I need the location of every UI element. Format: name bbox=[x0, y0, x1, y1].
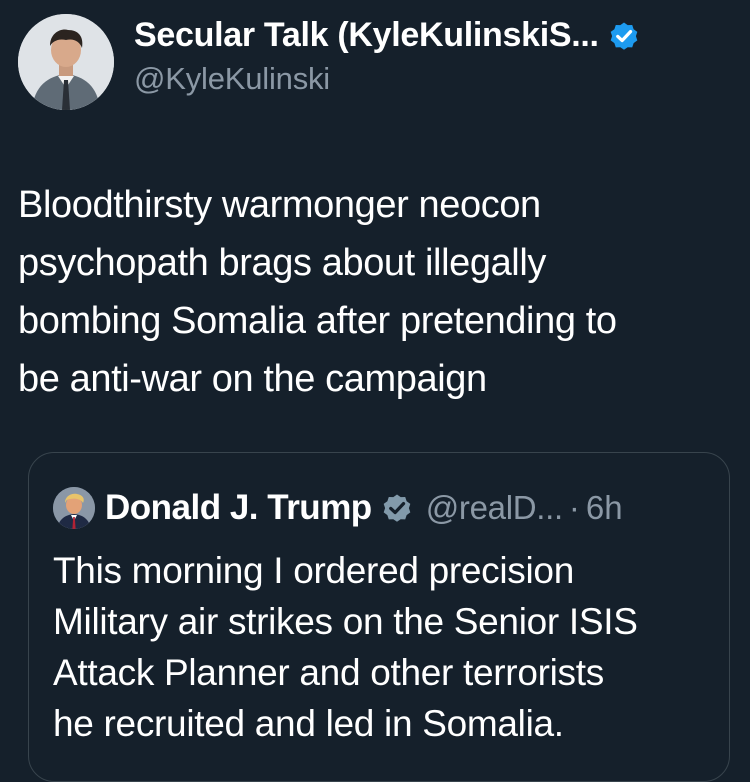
author-name-row: Secular Talk (KyleKulinskiS... bbox=[134, 16, 730, 55]
quoted-text-line: Attack Planner and other terrorists bbox=[53, 652, 604, 693]
quoted-text-line: Military air strikes on the Senior ISIS bbox=[53, 601, 638, 642]
tweet-text-line: Bloodthirsty warmonger neocon bbox=[18, 184, 541, 226]
author-handle[interactable]: @KyleKulinski bbox=[134, 61, 730, 97]
tweet-text-line: bombing Somalia after pretending to bbox=[18, 300, 617, 342]
tweet-header: Secular Talk (KyleKulinskiS... @KyleKuli… bbox=[18, 14, 732, 110]
separator-dot: · bbox=[568, 489, 580, 526]
author-display-name[interactable]: Secular Talk (KyleKulinskiS... bbox=[134, 16, 599, 55]
verified-badge-icon bbox=[610, 22, 637, 50]
author-info: Secular Talk (KyleKulinskiS... @KyleKuli… bbox=[134, 16, 730, 97]
verified-badge-gray-icon bbox=[383, 494, 411, 522]
quoted-tweet-header: Donald J. Trump @realD... · 6h bbox=[53, 487, 623, 529]
author-avatar[interactable] bbox=[18, 14, 114, 110]
tweet-text-line: psychopath brags about illegally bbox=[18, 242, 546, 284]
quoted-author-avatar[interactable] bbox=[53, 487, 95, 529]
quoted-author-display-name[interactable]: Donald J. Trump bbox=[105, 488, 372, 528]
quoted-tweet-card[interactable]: Donald J. Trump @realD... · 6h This morn… bbox=[28, 452, 730, 782]
tweet-text-line: be anti-war on the campaign bbox=[18, 358, 487, 400]
quoted-tweet-timestamp[interactable]: 6h bbox=[586, 489, 623, 527]
quoted-tweet-text: This morning I ordered precision Militar… bbox=[53, 545, 713, 749]
quoted-text-line: he recruited and led in Somalia. bbox=[53, 703, 564, 744]
quoted-text-line: This morning I ordered precision bbox=[53, 550, 574, 591]
tweet-text: Bloodthirsty warmonger neocon psychopath… bbox=[18, 176, 728, 408]
quoted-author-handle[interactable]: @realD... bbox=[426, 489, 563, 527]
profile-photo-icon bbox=[18, 14, 114, 110]
profile-photo-icon bbox=[53, 487, 95, 529]
